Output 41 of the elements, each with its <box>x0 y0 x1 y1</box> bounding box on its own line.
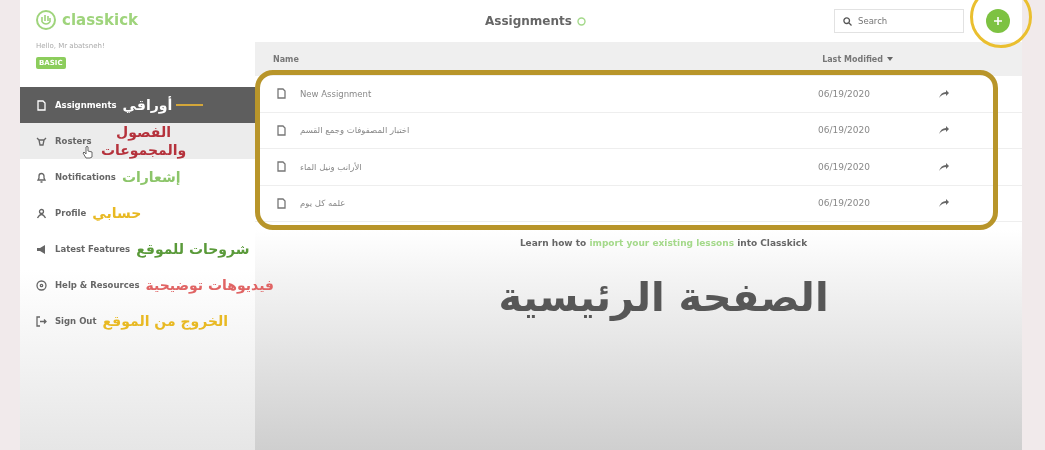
modified-date: 06/19/2020 <box>818 198 870 209</box>
annotation-label: الخروج من الموقع <box>102 312 229 330</box>
document-icon <box>277 124 286 136</box>
document-icon <box>36 99 47 111</box>
person-icon <box>36 207 47 219</box>
annotation-label: حسابي <box>92 204 142 222</box>
megaphone-icon <box>36 243 47 255</box>
hand-cursor-icon <box>82 145 94 159</box>
bell-icon <box>36 171 47 183</box>
modified-date: 06/19/2020 <box>818 88 870 99</box>
annotation-label: فيديوهات توضيحية <box>145 276 274 294</box>
column-header[interactable]: Name <box>273 54 299 64</box>
overlay-title: الصفحة الرئيسية <box>498 274 829 320</box>
annotation-label: إشعارات <box>121 168 181 186</box>
share-arrow-icon[interactable] <box>938 88 950 99</box>
assignment-name[interactable]: اختبار المصفوفات وجمع القسم <box>300 125 410 136</box>
sort-caret-icon <box>887 57 893 61</box>
hand-logo-icon <box>36 10 56 30</box>
logo-text: classkick <box>62 11 138 29</box>
assignment-name[interactable]: الأرانب ونيل الماء <box>300 161 362 172</box>
info-icon <box>576 16 586 26</box>
assignment-name[interactable]: علمه كل يوم <box>300 198 346 209</box>
page-title: Assignments <box>485 14 572 28</box>
annotation-label: شروحات للموقع <box>136 240 250 258</box>
circle-icon <box>36 279 47 291</box>
column-header[interactable]: Last Modified <box>822 54 883 64</box>
document-icon <box>277 161 286 173</box>
annotation-label: الفصول والمجموعات <box>99 123 188 159</box>
modified-date: 06/19/2020 <box>818 125 870 136</box>
annotation-label: أوراقي <box>122 96 173 114</box>
document-icon <box>277 197 286 209</box>
import-hint-text: Learn how to import your existing lessons into Classkick <box>519 238 808 248</box>
search-field[interactable]: Search <box>834 9 964 33</box>
cup-icon <box>36 135 47 147</box>
share-arrow-icon[interactable] <box>938 161 950 172</box>
assignment-name[interactable]: New Assignment <box>300 88 372 99</box>
modified-date: 06/19/2020 <box>818 161 870 172</box>
document-icon <box>277 88 286 100</box>
search-icon <box>843 16 852 26</box>
plus-icon <box>993 16 1003 26</box>
sign-out-icon <box>36 315 47 327</box>
